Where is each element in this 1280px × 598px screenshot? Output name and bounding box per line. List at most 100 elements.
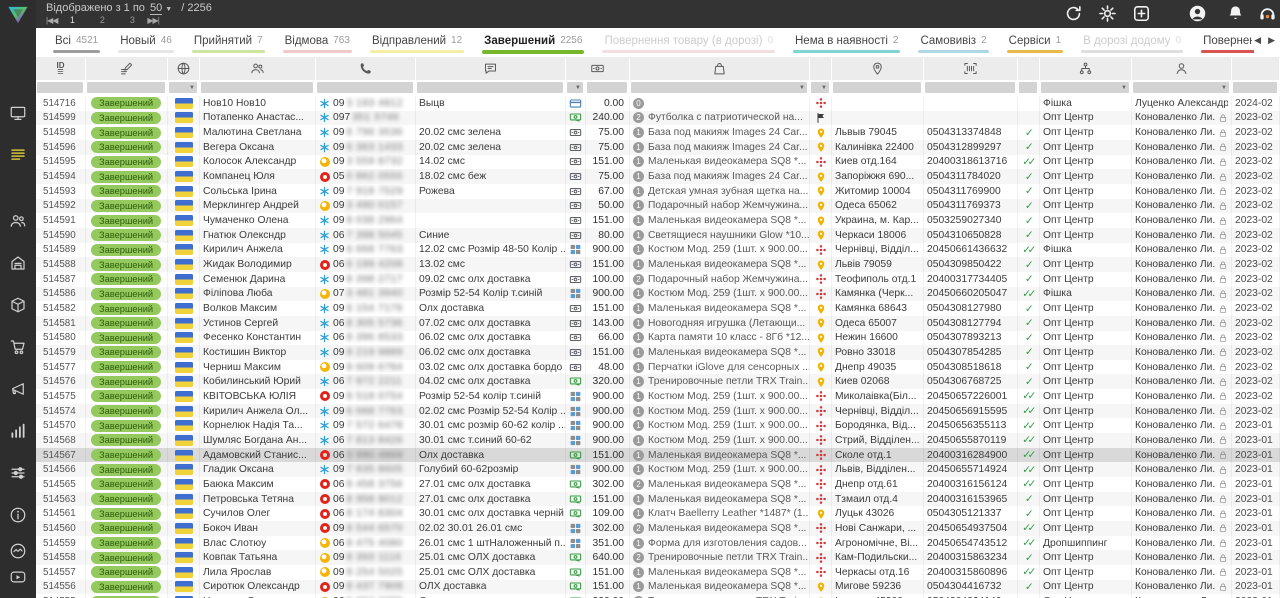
sidebar-item-orders-list-icon[interactable]	[9, 146, 27, 164]
order-row[interactable]: 514580 Завершений Фесенко Константин 068…	[36, 331, 1280, 346]
app-logo-icon[interactable]	[5, 3, 31, 26]
filter-input-phone[interactable]	[317, 82, 413, 93]
order-row[interactable]: 514568 Завершений Шумляс Богдана Ан... 0…	[36, 433, 1280, 448]
order-row[interactable]: 514586 Завершений Філіпова Люба 073 481 …	[36, 287, 1280, 302]
filter-input-tracking-number[interactable]	[925, 82, 1015, 93]
column-header-order-id[interactable]: ID≡	[36, 57, 85, 80]
order-row[interactable]: 514716 Завершений Нов10 Нов10 093 193 48…	[36, 96, 1280, 111]
filter-input-comment[interactable]	[417, 82, 563, 93]
filter-dropdown-icon[interactable]: ▼	[1121, 85, 1127, 91]
order-row[interactable]: 514575 Завершений КВІТОВСЬКА ЮЛІЯ 098 51…	[36, 389, 1280, 404]
order-row[interactable]: 514574 Завершений Кирилич Анжела Ол... 0…	[36, 404, 1280, 419]
sidebar-item-procurement-cart-icon[interactable]	[9, 338, 27, 356]
column-header-delivery-service[interactable]	[810, 57, 831, 80]
filter-input-customer[interactable]	[201, 82, 313, 93]
support-headset-icon[interactable]	[1258, 4, 1277, 23]
column-header-status[interactable]	[86, 57, 167, 80]
tab-10[interactable]: В дорозі додому 0	[1072, 28, 1192, 57]
order-row[interactable]: 514599 Завершений Потапенко Анастас... 0…	[36, 111, 1280, 126]
order-row[interactable]: 514555 Завершений Новосад Олеся 066 362 …	[36, 594, 1280, 598]
sidebar-item-video-tutorials-icon[interactable]	[9, 568, 27, 586]
column-header-country[interactable]	[168, 57, 199, 80]
order-row[interactable]: 514589 Завершений Кирилич Анжела 096 668…	[36, 243, 1280, 258]
order-row[interactable]: 514592 Завершений Мерклингер Андрей 093 …	[36, 199, 1280, 214]
filter-input-country[interactable]: ▼	[169, 82, 197, 93]
sidebar-item-dashboard-monitor-icon[interactable]	[9, 104, 27, 122]
filter-dropdown-icon[interactable]: ▼	[799, 85, 805, 91]
column-header-manager[interactable]	[1132, 57, 1231, 80]
column-header-address[interactable]	[832, 57, 923, 80]
refresh-icon[interactable]	[1064, 4, 1083, 23]
filter-dropdown-icon[interactable]: ▼	[575, 85, 581, 91]
order-row[interactable]: 514566 Завершений Гладик Оксана 097 835 …	[36, 462, 1280, 477]
filter-input-manager[interactable]: ▼	[1133, 82, 1229, 93]
filter-input-sales-channel[interactable]: ▼	[1041, 82, 1129, 93]
order-row[interactable]: 514559 Завершений Влас Слотюу 068 475 40…	[36, 536, 1280, 551]
order-row[interactable]: 514595 Завершений Колосок Александр 093 …	[36, 155, 1280, 170]
column-header-tracking-number[interactable]	[924, 57, 1017, 80]
filter-dropdown-icon[interactable]: ▼	[189, 85, 195, 91]
column-header-products[interactable]	[630, 57, 809, 80]
tab-7[interactable]: Нема в наявності 2	[784, 28, 909, 57]
column-header-sales-channel[interactable]	[1040, 57, 1131, 80]
order-row[interactable]: 514577 Завершений Черниш Максим 098 609 …	[36, 360, 1280, 375]
order-row[interactable]: 514565 Завершений Баюка Максим 068 458 3…	[36, 477, 1280, 492]
tab-scroll-left-icon[interactable]: ◀	[1254, 35, 1261, 46]
order-row[interactable]: 514558 Завершений Ковпак Татьяна 098 393…	[36, 550, 1280, 565]
order-row[interactable]: 514563 Завершений Петровська Тетяна 068 …	[36, 492, 1280, 507]
order-row[interactable]: 514591 Завершений Чумаченко Олена 098 03…	[36, 213, 1280, 228]
sidebar-item-statistics-chart-icon[interactable]	[9, 422, 27, 440]
tab-4[interactable]: Відправлений 12	[361, 28, 473, 57]
column-header-payment[interactable]	[566, 57, 629, 80]
order-row[interactable]: 514590 Завершений Гнатюк Олексндр 067 39…	[36, 228, 1280, 243]
sidebar-item-warehouse-icon[interactable]	[9, 254, 27, 272]
order-row[interactable]: 514593 Завершений Сольська Ірина 097 918…	[36, 184, 1280, 199]
column-header-delivery-check[interactable]	[1018, 57, 1039, 80]
column-header-phone[interactable]	[316, 57, 415, 80]
column-header-comment[interactable]	[416, 57, 565, 80]
order-row[interactable]: 514581 Завершений Устинов Сергей 068 305…	[36, 316, 1280, 331]
tab-1[interactable]: Новый 46	[109, 28, 183, 57]
filter-input-amount[interactable]	[587, 82, 627, 93]
tab-6[interactable]: Повернення товару (в дорозі) 0	[593, 28, 784, 57]
tab-11[interactable]: Повернення (завершений) 125	[1192, 28, 1254, 57]
filter-input-products[interactable]: ▼	[631, 82, 807, 93]
column-header-date[interactable]	[1232, 57, 1279, 80]
tab-scroll-right-icon[interactable]: ▶	[1268, 35, 1275, 46]
sidebar-item-info-icon[interactable]	[9, 506, 27, 524]
order-row[interactable]: 514588 Завершений Жидак Володимир 066 19…	[36, 257, 1280, 272]
filter-input-payment[interactable]: ▼	[567, 82, 583, 93]
filter-dropdown-icon[interactable]: ▼	[1221, 85, 1227, 91]
order-row[interactable]: 514579 Завершений Костишин Виктор 098 21…	[36, 345, 1280, 360]
sidebar-item-partners-handshake-icon[interactable]	[9, 542, 27, 560]
filter-input-status[interactable]	[87, 82, 165, 93]
sidebar-item-customers-icon[interactable]	[9, 212, 27, 230]
filter-input-delivery-service[interactable]: ▼	[811, 82, 829, 93]
order-row[interactable]: 514587 Завершений Семенюк Дарина 098 398…	[36, 272, 1280, 287]
order-row[interactable]: 514567 Завершений Адамовский Станис... 0…	[36, 448, 1280, 463]
order-row[interactable]: 514557 Завершений Лила Ярослав 098 254 5…	[36, 565, 1280, 580]
settings-gear-icon[interactable]	[1098, 4, 1117, 23]
order-row[interactable]: 514582 Завершений Волков Максим 096 154 …	[36, 301, 1280, 316]
tab-5[interactable]: Завершений 2256	[473, 28, 593, 57]
tab-2[interactable]: Прийнятий 7	[183, 28, 274, 57]
notifications-bell-icon[interactable]	[1226, 4, 1245, 23]
tab-0[interactable]: Всі 4521	[44, 28, 109, 57]
order-row[interactable]: 514594 Завершений Компанец Юля 050 862 0…	[36, 169, 1280, 184]
filter-dropdown-icon[interactable]: ▼	[821, 85, 827, 91]
tab-8[interactable]: Самовивіз 2	[909, 28, 997, 57]
add-new-icon[interactable]	[1132, 4, 1151, 23]
filter-input-delivery-check[interactable]	[1019, 82, 1037, 93]
tab-9[interactable]: Сервіси 1	[998, 28, 1073, 57]
column-header-customer[interactable]	[200, 57, 315, 80]
order-row[interactable]: 514576 Завершений Кобилинський Юрий 067 …	[36, 374, 1280, 389]
filter-input-address[interactable]	[833, 82, 921, 93]
sidebar-item-marketing-megaphone-icon[interactable]	[9, 380, 27, 398]
order-row[interactable]: 514561 Завершений Сучилов Олег 068 174 8…	[36, 506, 1280, 521]
filter-input-order-id[interactable]	[37, 82, 83, 93]
order-row[interactable]: 514570 Завершений Корнелюк Надія Та... 0…	[36, 418, 1280, 433]
sidebar-item-products-box-icon[interactable]	[9, 296, 27, 314]
order-row[interactable]: 514560 Завершений Бокоч Иван 098 544 657…	[36, 521, 1280, 536]
tab-3[interactable]: Відмова 763	[274, 28, 361, 57]
filter-input-date[interactable]	[1233, 82, 1277, 93]
